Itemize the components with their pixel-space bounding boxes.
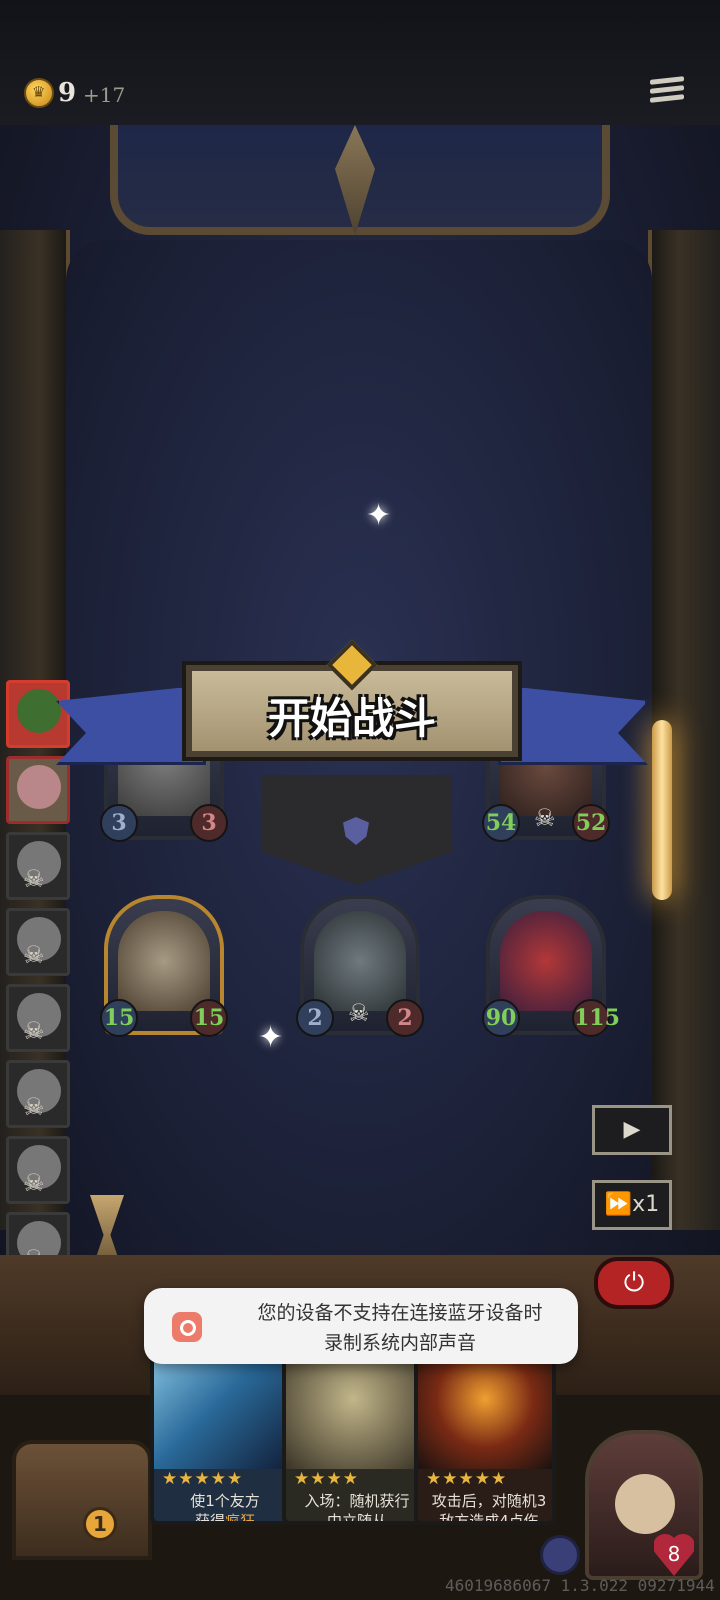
watermark-uid: 46019686067 1.3.022 09271944 [445,1576,715,1595]
start-battle-banner: 开始战斗 [56,639,648,775]
roster-eliminated[interactable]: ☠ [6,1060,70,1128]
hero-face [615,1474,675,1534]
play-button[interactable]: ▶ [592,1105,672,1155]
roster-eliminated[interactable]: ☠ [6,832,70,900]
wall-lamp [652,720,672,900]
card-stars: ★★★★★ [162,1469,244,1489]
gold-count: 9 [58,78,77,108]
banner-title: 开始战斗 [267,694,436,743]
skull-icon: ☠ [23,1169,45,1197]
screen-record-icon [172,1312,202,1342]
skull-icon: ☠ [348,999,370,1027]
player-minion[interactable]: ☠ 2 2 [296,895,424,1037]
toast-line-2: 录制系统内部声音 [323,1332,476,1354]
tavern-chest[interactable] [12,1440,152,1560]
speed-button[interactable]: ⏩x1 [592,1180,672,1230]
tavern-tier: 1 [83,1507,117,1541]
card-stars: ★★★★★ [426,1469,508,1489]
skull-icon: ☠ [23,865,45,893]
card-text: 使1个友方 获得疯狂 [190,1492,260,1525]
roster-eliminated[interactable]: ☠ [6,984,70,1052]
gold-coin-icon [24,78,54,108]
minion-attack: 2 [296,999,334,1037]
minion-attack: 15 [100,999,138,1037]
card-text: 入场：随机获行 中立随从 [304,1492,410,1525]
skull-icon: ☠ [23,1093,45,1121]
sparkle-icon: ✦ [258,1020,284,1055]
player-minion[interactable]: 15 15 [100,895,228,1037]
minion-health: 115 [572,999,620,1037]
skull-icon: ☠ [534,804,556,832]
skull-icon: ☠ [23,941,45,969]
minion-health: 52 [572,804,610,842]
power-button[interactable]: ⏻ [594,1257,674,1309]
top-bar: 9 +17 [0,0,720,125]
minion-art [500,911,592,1011]
minion-health: 3 [190,804,228,842]
gold-income: +17 [83,83,126,107]
minion-attack: 54 [482,804,520,842]
minion-health: 15 [190,999,228,1037]
minion-art [118,911,210,1011]
player-minion[interactable]: 90 115 [482,895,620,1037]
card-text: 攻击后，对随机3 敌方造成4点伤 [431,1492,547,1525]
card-stars: ★★★★ [294,1469,359,1489]
ribbon-right [498,685,648,765]
sparkle-icon: ✦ [366,498,392,533]
menu-icon[interactable] [650,74,684,106]
minion-art [314,911,406,1011]
ribbon-left [56,685,206,765]
minion-attack: 3 [100,804,138,842]
skull-icon: ☠ [23,1017,45,1045]
minion-health: 2 [386,999,424,1037]
armor-shield-icon [540,1535,580,1575]
minion-attack: 90 [482,999,520,1037]
toast-line-1: 您的设备不支持在连接蓝牙设备时 [257,1302,543,1324]
system-toast: 您的设备不支持在连接蓝牙设备时 录制系统内部声音 [144,1288,578,1364]
roster-eliminated[interactable]: ☠ [6,908,70,976]
roster-eliminated[interactable]: ☠ [6,1136,70,1204]
